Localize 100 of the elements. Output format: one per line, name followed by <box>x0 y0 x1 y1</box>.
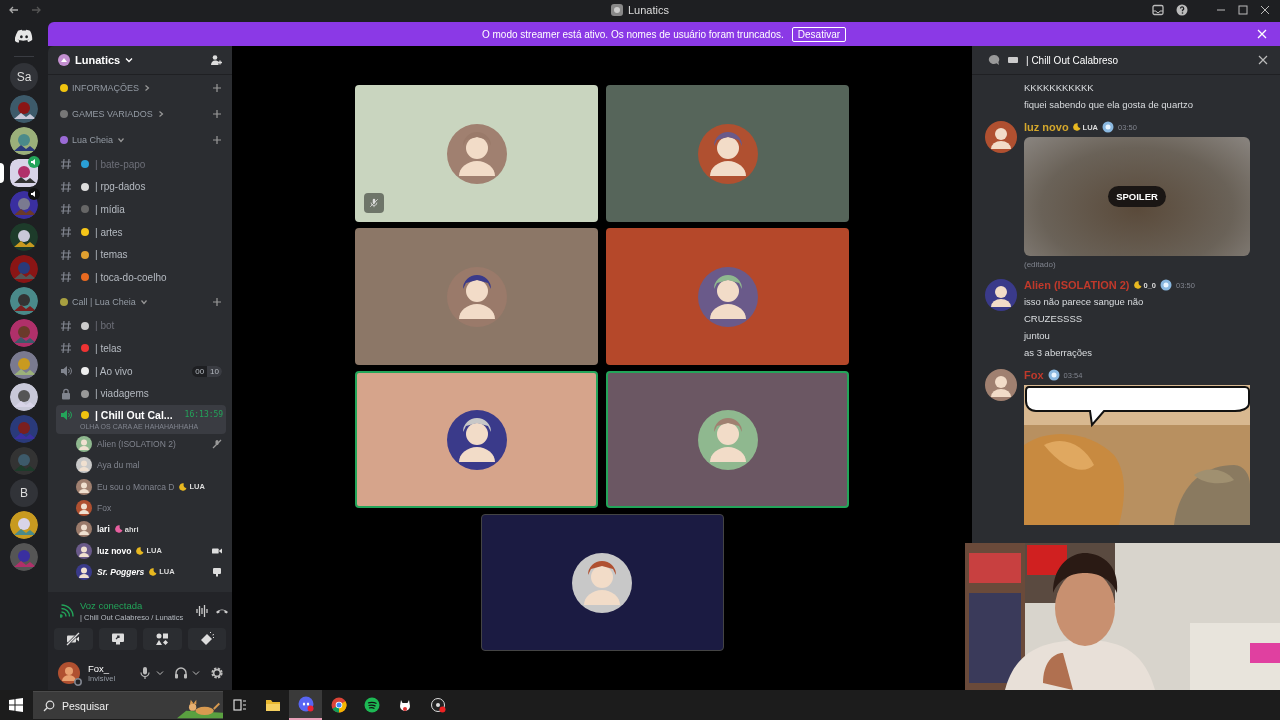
screen-share-button[interactable] <box>98 628 137 650</box>
voice-member[interactable]: Aya du mal <box>56 454 226 477</box>
avatar <box>76 457 92 474</box>
channel-item[interactable]: | viadagems <box>56 382 226 405</box>
headphones-icon[interactable] <box>174 666 188 680</box>
chevron-icon[interactable] <box>139 297 148 306</box>
camera-off-button[interactable] <box>54 628 93 650</box>
channel-item[interactable]: | temas <box>56 243 226 266</box>
avatar <box>697 409 758 470</box>
participant-tile[interactable] <box>480 514 724 651</box>
moon-icon <box>179 482 188 491</box>
channel-name: | bot <box>95 320 115 332</box>
channel-item[interactable]: | toca-do-coelho <box>56 265 226 289</box>
author-name[interactable]: luz novo <box>1024 121 1069 133</box>
server-icon[interactable] <box>10 351 38 379</box>
chevron-icon[interactable] <box>143 84 151 92</box>
server-button[interactable]: B <box>10 479 38 507</box>
channel-item[interactable]: | Ao vivo 00 10 <box>56 359 226 383</box>
participant-tile[interactable] <box>606 228 849 365</box>
server-button[interactable]: Sa <box>10 63 38 91</box>
controller-icon <box>15 29 33 43</box>
music-app-icon <box>363 697 380 713</box>
search-placeholder: Pesquisar <box>62 699 109 712</box>
inbox-icon[interactable] <box>1152 4 1164 16</box>
emoji-icon <box>81 367 89 376</box>
category-name[interactable]: Lua Cheia <box>72 135 114 145</box>
server-icon[interactable] <box>10 511 38 539</box>
channel-name: | artes <box>95 226 123 238</box>
participant-tile[interactable] <box>355 85 598 222</box>
add-channel-icon[interactable] <box>212 83 222 93</box>
badge-icon <box>1047 369 1060 381</box>
server-icon[interactable] <box>10 383 38 411</box>
participant-tile[interactable] <box>606 371 849 508</box>
soundboard-button[interactable] <box>187 628 226 650</box>
dog-drawing <box>177 699 223 719</box>
microphone-icon[interactable] <box>138 666 152 680</box>
member-name: Eu sou o Monarca D <box>97 481 175 492</box>
voice-member[interactable]: Alien (ISOLATION 2) <box>56 433 226 455</box>
server-icon[interactable] <box>10 127 38 155</box>
category-name[interactable]: GAMES VARIADOS <box>72 109 153 119</box>
avatar <box>76 521 92 538</box>
chevron-icon[interactable] <box>156 110 165 118</box>
emoji-icon <box>60 136 68 144</box>
help-icon[interactable] <box>1176 4 1188 16</box>
window-title: Lunatics <box>628 4 669 16</box>
server-icon <box>611 4 623 16</box>
emoji-icon <box>81 344 89 353</box>
emoji-icon <box>60 84 68 92</box>
chevron-icon[interactable] <box>117 136 126 144</box>
category-name[interactable]: Call | Lua Cheia <box>72 296 136 307</box>
member-name: Aya du mal <box>97 460 140 471</box>
back-icon[interactable] <box>8 4 20 16</box>
badge-icon <box>1160 279 1173 291</box>
emoji-icon <box>81 205 89 214</box>
waveform-icon[interactable] <box>195 604 210 618</box>
member-name: Alien (ISOLATION 2) <box>97 439 176 450</box>
channel-name: | Ao vivo <box>95 365 133 377</box>
channel-item[interactable]: | artes <box>56 220 226 244</box>
connection-status[interactable]: Voz conectada <box>80 600 184 611</box>
voice-member[interactable]: Fox <box>56 497 226 519</box>
close-icon[interactable] <box>1258 55 1268 65</box>
emoji-icon <box>81 389 89 398</box>
moon-icon <box>1133 281 1142 289</box>
avatar <box>76 500 92 517</box>
badge-icon <box>1102 121 1115 133</box>
channel-name: | Chill Out Cal... <box>95 408 173 421</box>
server-icon[interactable] <box>10 159 38 187</box>
category-name[interactable]: INFORMAÇÕES <box>72 83 139 93</box>
moon-icon <box>149 567 158 576</box>
hash-icon <box>60 248 72 261</box>
server-name[interactable]: Lunatics <box>75 54 121 66</box>
settings-icon[interactable] <box>210 666 224 680</box>
start-button[interactable] <box>9 698 23 712</box>
close-icon[interactable] <box>1260 5 1270 15</box>
maximize-icon[interactable] <box>1238 5 1248 15</box>
server-icon[interactable] <box>10 95 38 123</box>
channel-item[interactable]: | telas <box>56 337 226 360</box>
avatar <box>697 123 758 184</box>
avatar[interactable] <box>58 662 80 684</box>
spoiler-image[interactable]: SPOILER <box>1024 137 1250 256</box>
disable-button[interactable]: Desativar <box>791 26 847 42</box>
participant-tile[interactable] <box>606 85 849 222</box>
user-limit: 10 <box>207 365 222 377</box>
channel-item[interactable]: | rpg-dados <box>56 175 226 199</box>
emoji-icon <box>81 182 89 191</box>
server-icon[interactable] <box>10 223 38 251</box>
participant-tile[interactable] <box>355 228 598 365</box>
search-field[interactable]: Pesquisar <box>33 691 223 719</box>
screen-share-icon <box>110 632 125 646</box>
add-channel-icon[interactable] <box>212 135 222 145</box>
activities-button[interactable] <box>143 628 182 650</box>
add-member-icon[interactable] <box>210 54 222 66</box>
add-channel-icon[interactable] <box>212 109 222 119</box>
channel-item[interactable]: | mídia <box>56 198 226 221</box>
emoji-icon <box>81 228 89 237</box>
participant-tile[interactable] <box>355 371 598 508</box>
avatar <box>985 369 1017 401</box>
avatar <box>76 542 92 559</box>
message-text: fiquei sabendo que ela gosta de quartzo <box>1024 98 1194 111</box>
add-channel-icon[interactable] <box>212 296 222 307</box>
